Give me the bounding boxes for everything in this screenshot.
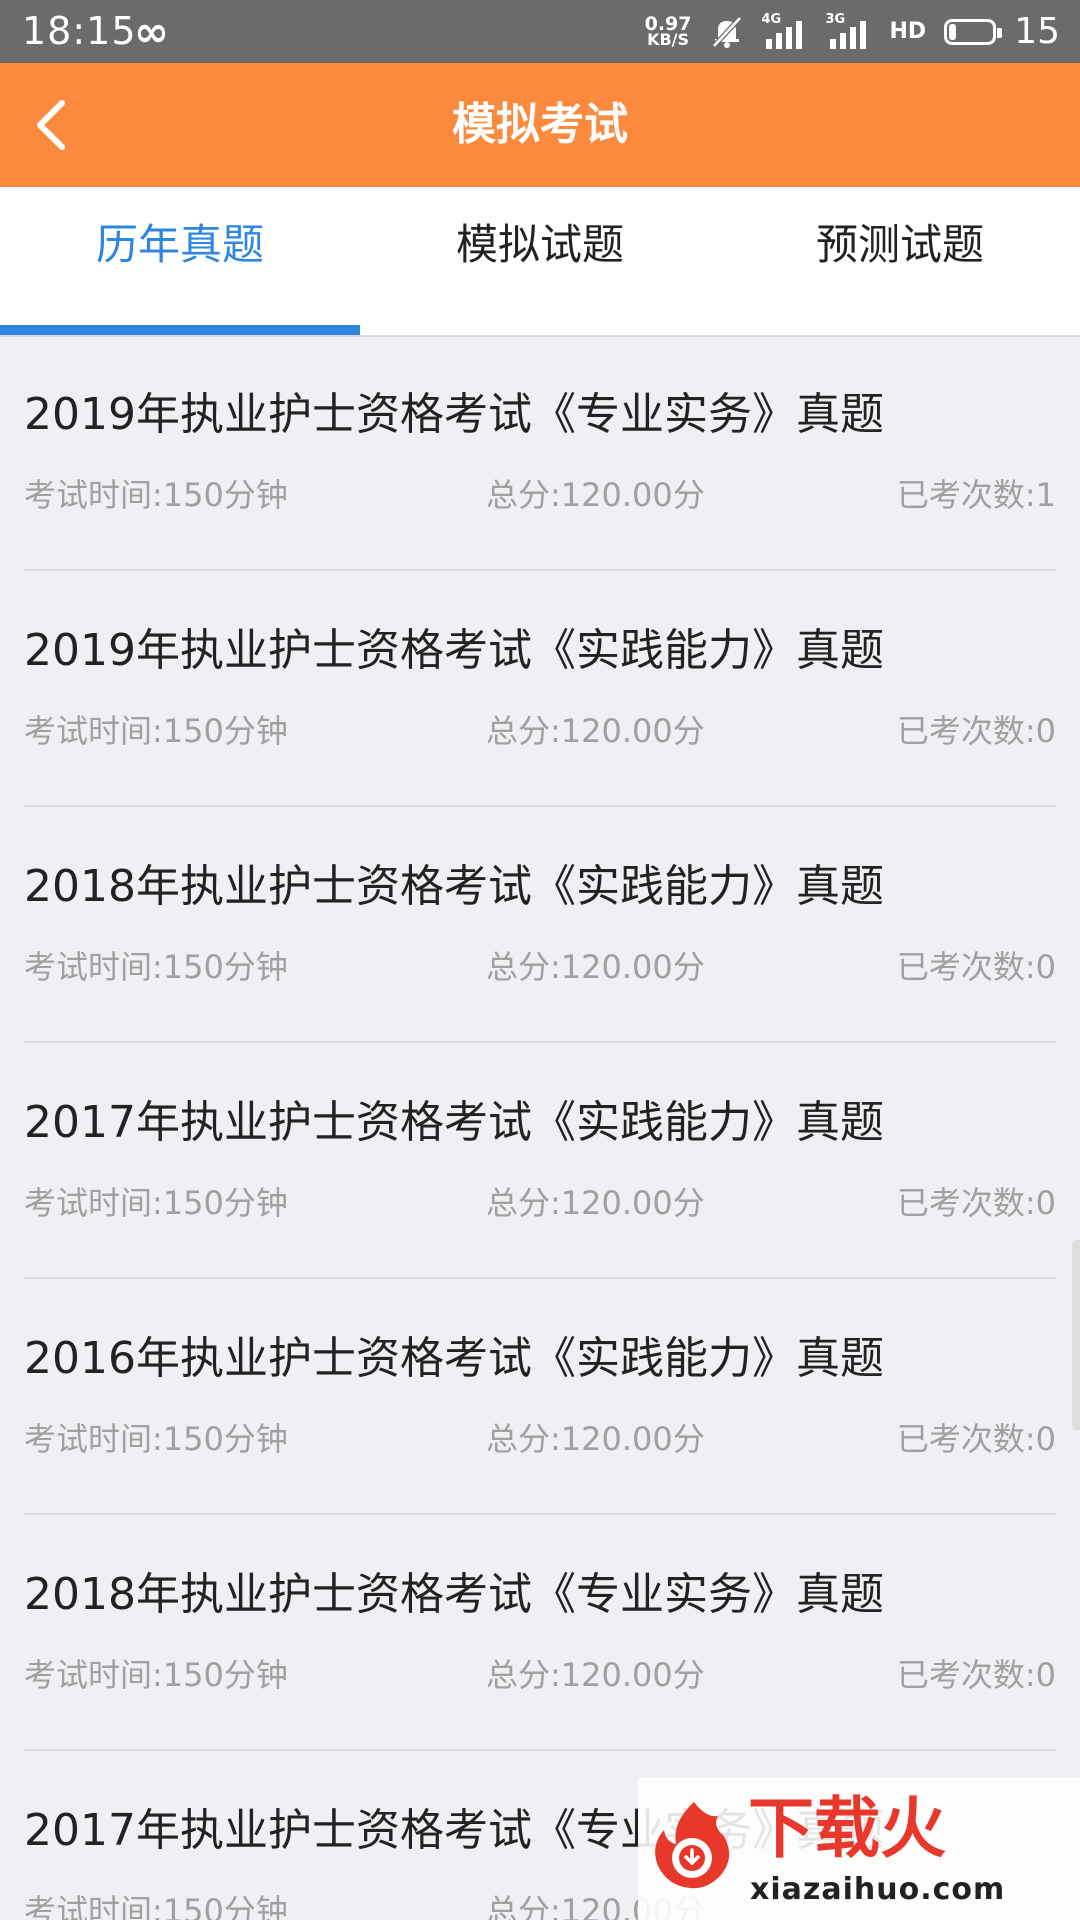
exam-attempt-count: 已考次数:1: [896, 476, 1056, 514]
exam-title: 2016年执业护士资格考试《实践能力》真题: [24, 1333, 884, 1384]
exam-list-item[interactable]: 2017年执业护士资格考试《实践能力》真题 考试时间:150分钟 总分:120.…: [24, 1043, 1056, 1279]
exam-duration: 考试时间:150分钟: [24, 1892, 288, 1920]
watermark-domain: xiazaihuo.com: [750, 1872, 1006, 1907]
exam-total-score: 总分:120.00分: [486, 1184, 705, 1222]
exam-duration: 考试时间:150分钟: [24, 948, 288, 986]
status-time: 18:15: [22, 9, 137, 53]
exam-list-item[interactable]: 2019年执业护士资格考试《实践能力》真题 考试时间:150分钟 总分:120.…: [24, 571, 1056, 807]
battery-icon: [944, 18, 1003, 45]
exam-title: 2017年执业护士资格考试《实践能力》真题: [24, 1097, 884, 1148]
exam-list-item[interactable]: 2016年执业护士资格考试《实践能力》真题 考试时间:150分钟 总分:120.…: [24, 1279, 1056, 1515]
exam-title: 2019年执业护士资格考试《专业实务》真题: [24, 389, 884, 440]
exam-list: 2019年执业护士资格考试《专业实务》真题 考试时间:150分钟 总分:120.…: [0, 335, 1080, 1920]
exam-list-item[interactable]: 2018年执业护士资格考试《专业实务》真题 考试时间:150分钟 总分:120.…: [24, 1515, 1056, 1751]
flame-logo-icon: [655, 1802, 730, 1889]
status-indicators: 0.97 KB/S 4G 3G HD 15: [645, 0, 1060, 63]
exam-duration: 考试时间:150分钟: [24, 712, 288, 750]
tab-past-exams[interactable]: 历年真题: [0, 187, 360, 335]
exam-duration: 考试时间:150分钟: [24, 1420, 288, 1458]
network-speed: 0.97 KB/S: [645, 14, 692, 49]
back-button[interactable]: [24, 93, 88, 157]
exam-duration: 考试时间:150分钟: [24, 1184, 288, 1222]
infinity-icon: ∞: [134, 7, 169, 56]
screen: 18:15 ∞ 0.97 KB/S 4G 3G HD 15 模拟考试 历年真题 …: [0, 0, 1080, 1920]
watermark-brand: 下载火: [748, 1790, 946, 1867]
battery-percent: 15: [1014, 10, 1060, 52]
exam-duration: 考试时间:150分钟: [24, 1656, 288, 1694]
exam-title: 2018年执业护士资格考试《专业实务》真题: [24, 1569, 884, 1620]
tab-bar: 历年真题 模拟试题 预测试题: [0, 187, 1080, 337]
exam-attempt-count: 已考次数:0: [896, 948, 1056, 986]
exam-list-item[interactable]: 2018年执业护士资格考试《实践能力》真题 考试时间:150分钟 总分:120.…: [24, 807, 1056, 1043]
exam-total-score: 总分:120.00分: [486, 476, 705, 514]
signal-bars-icon: 4G: [762, 13, 808, 51]
tab-indicator: [0, 325, 360, 335]
exam-total-score: 总分:120.00分: [486, 1420, 705, 1458]
exam-total-score: 总分:120.00分: [486, 1656, 705, 1694]
bell-off-icon: [711, 15, 742, 48]
page-title: 模拟考试: [452, 99, 628, 150]
app-header: 模拟考试: [0, 63, 1080, 187]
tab-mock-exams[interactable]: 模拟试题: [360, 187, 720, 335]
exam-total-score: 总分:120.00分: [486, 712, 705, 750]
status-bar: 18:15 ∞ 0.97 KB/S 4G 3G HD 15: [0, 0, 1080, 63]
exam-attempt-count: 已考次数:0: [896, 1184, 1056, 1222]
signal-bars-icon-2: 3G: [826, 13, 872, 51]
scroll-handle[interactable]: [1072, 1240, 1080, 1430]
exam-title: 2018年执业护士资格考试《实践能力》真题: [24, 861, 884, 912]
exam-title: 2019年执业护士资格考试《实践能力》真题: [24, 625, 884, 676]
exam-attempt-count: 已考次数:0: [896, 1420, 1056, 1458]
watermark: 下载火 xiazaihuo.com: [638, 1778, 1080, 1920]
exam-duration: 考试时间:150分钟: [24, 476, 288, 514]
hd-voice-icon: HD: [889, 18, 927, 44]
chevron-left-icon: [37, 100, 65, 150]
exam-list-item[interactable]: 2019年执业护士资格考试《专业实务》真题 考试时间:150分钟 总分:120.…: [24, 335, 1056, 571]
exam-attempt-count: 已考次数:0: [896, 712, 1056, 750]
exam-attempt-count: 已考次数:0: [896, 1656, 1056, 1694]
network-speed-unit: KB/S: [647, 29, 690, 49]
exam-total-score: 总分:120.00分: [486, 948, 705, 986]
tab-predicted-exams[interactable]: 预测试题: [720, 187, 1080, 335]
battery-level: [949, 23, 957, 40]
